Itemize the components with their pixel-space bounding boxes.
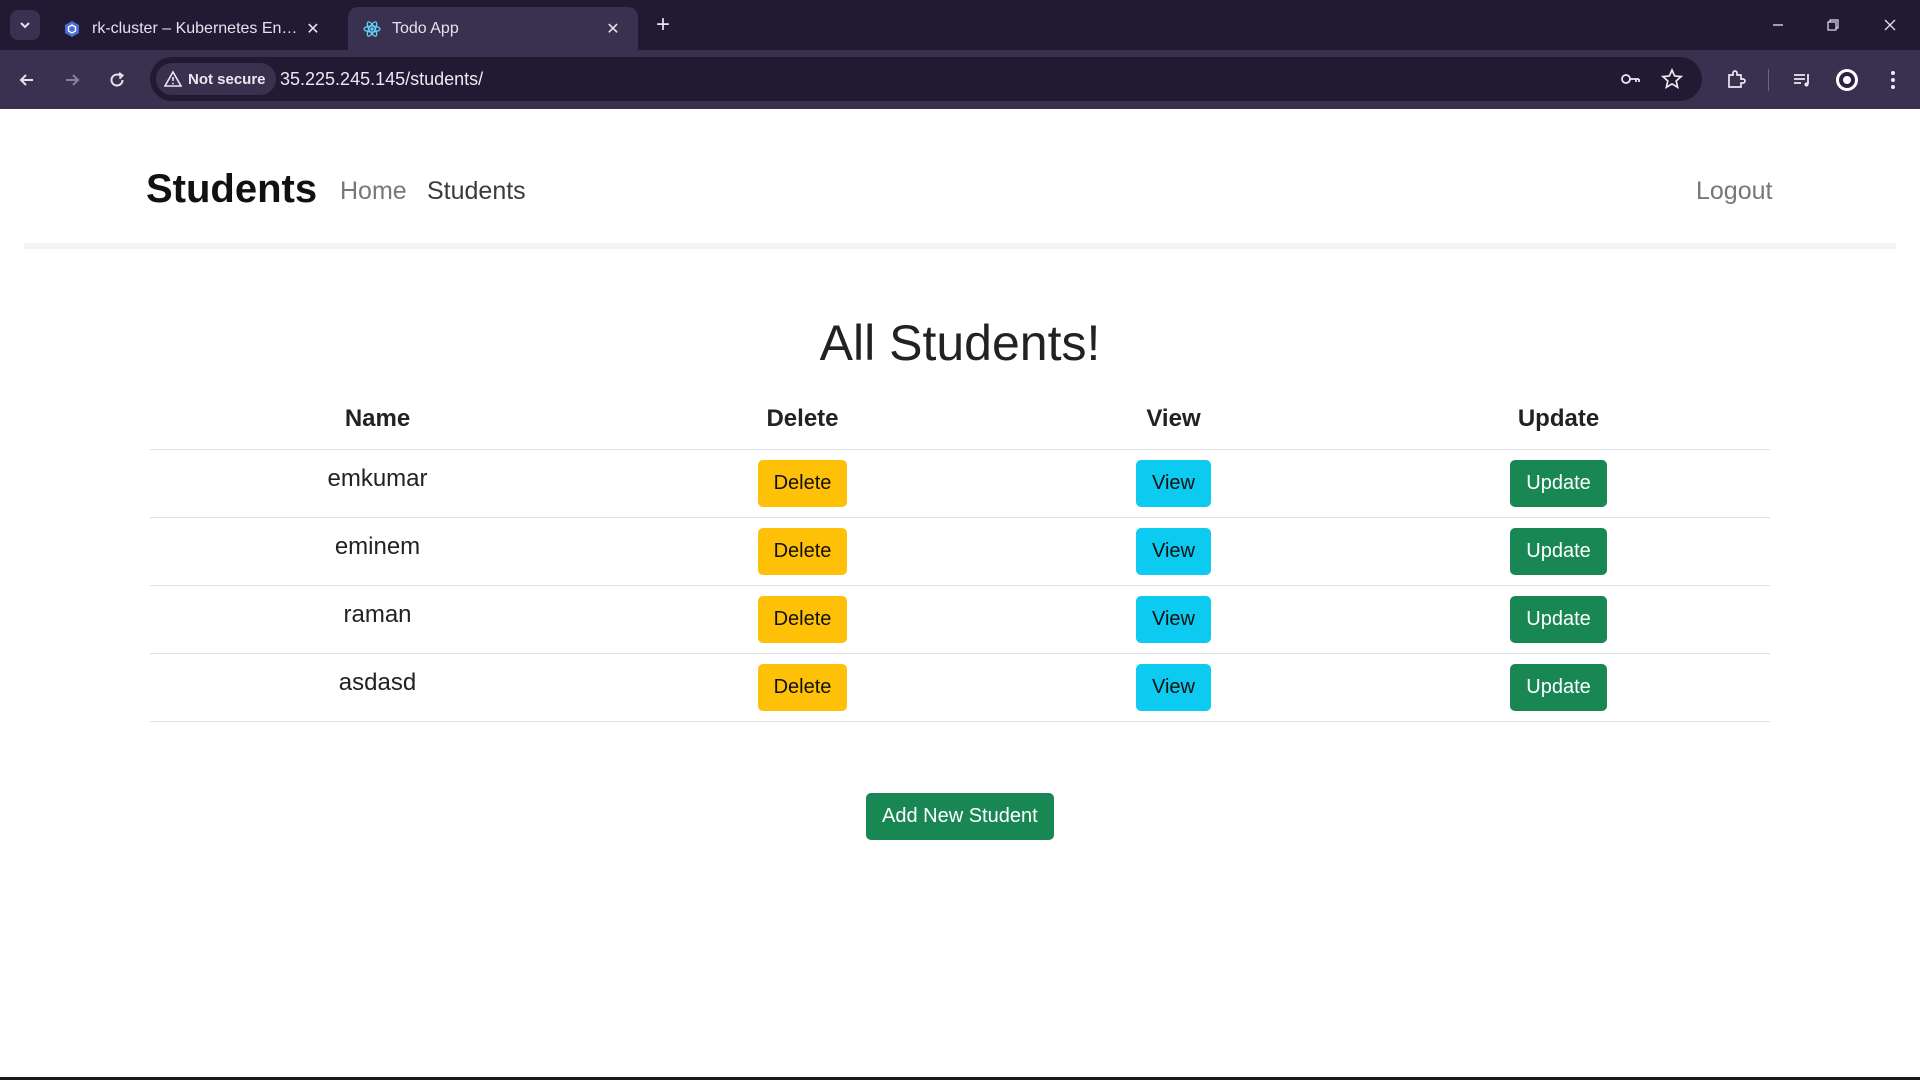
arrow-right-icon [66,74,80,86]
tab-title: Todo App [392,19,459,37]
column-header-view: View [1000,389,1347,450]
students-table: Name Delete View Update emkumar Delete V… [150,389,1770,722]
delete-button[interactable]: Delete [757,527,848,575]
table-row: emkumar Delete View Update [150,449,1770,518]
password-key-icon[interactable] [1618,67,1642,91]
student-name: emkumar [150,449,605,518]
address-bar[interactable]: Not secure 35.225.245.145/students/ [150,57,1702,101]
update-button[interactable]: Update [1510,527,1607,575]
close-icon[interactable]: ✕ [302,18,324,40]
new-tab-button[interactable]: + [650,12,676,38]
extensions-icon[interactable] [1721,65,1751,95]
tab-kubernetes[interactable]: rk-cluster – Kubernetes Engine – ✕ [48,7,338,50]
table-header-row: Name Delete View Update [150,389,1770,450]
chevron-down-icon [20,22,30,29]
back-button[interactable] [10,63,44,97]
tab-search-button[interactable] [10,10,40,40]
page-content: Students Home Students Logout All Studen… [0,109,1920,1077]
view-button[interactable]: View [1136,595,1211,643]
close-icon[interactable]: ✕ [602,18,624,40]
table-row: asdasd Delete View Update [150,653,1770,722]
warning-icon [164,70,182,88]
table-row: eminem Delete View Update [150,517,1770,586]
nav-link-students[interactable]: Students [427,177,526,206]
column-header-delete: Delete [605,389,1000,450]
close-window-button[interactable] [1870,10,1910,40]
site-navbar: Students Home Students Logout [24,109,1896,249]
menu-kebab-icon[interactable] [1878,65,1908,95]
minimize-button[interactable] [1758,10,1798,40]
tab-todo-app[interactable]: Todo App ✕ [348,7,638,50]
update-button[interactable]: Update [1510,459,1607,507]
forward-button[interactable] [55,63,89,97]
table-row: raman Delete View Update [150,585,1770,654]
reload-button[interactable] [100,63,134,97]
minimize-icon [1773,24,1783,26]
delete-button[interactable]: Delete [757,459,848,507]
nav-link-home[interactable]: Home [340,177,407,206]
media-controls-icon[interactable] [1787,65,1817,95]
restore-button[interactable] [1813,10,1853,40]
security-label: Not secure [188,70,266,88]
logout-link[interactable]: Logout [1696,177,1772,206]
page-title: All Students! [819,315,1101,371]
navbar-brand[interactable]: Students [146,167,317,212]
column-header-update: Update [1347,389,1770,450]
update-button[interactable]: Update [1510,595,1607,643]
browser-toolbar: Not secure 35.225.245.145/students/ [0,50,1920,109]
student-name: asdasd [150,653,605,722]
restore-icon [1827,19,1839,31]
kubernetes-engine-icon [62,19,82,39]
url-text[interactable]: 35.225.245.145/students/ [280,57,483,101]
browser-tab-strip: rk-cluster – Kubernetes Engine – ✕ Todo … [0,0,1920,50]
bookmark-star-icon[interactable] [1660,67,1684,91]
view-button[interactable]: View [1136,527,1211,575]
react-icon [362,19,382,39]
view-button[interactable]: View [1136,459,1211,507]
delete-button[interactable]: Delete [757,595,848,643]
delete-button[interactable]: Delete [757,663,848,711]
add-new-student-button[interactable]: Add New Student [866,793,1054,840]
tab-title: rk-cluster – Kubernetes Engine – [92,19,302,37]
security-indicator[interactable]: Not secure [156,63,276,95]
toolbar-divider [1768,69,1769,91]
column-header-name: Name [150,389,605,450]
student-name: raman [150,585,605,654]
view-button[interactable]: View [1136,663,1211,711]
reload-icon [110,72,125,87]
update-button[interactable]: Update [1510,663,1607,711]
close-icon [1884,19,1896,31]
arrow-left-icon [19,74,33,86]
profile-avatar-icon[interactable] [1832,65,1862,95]
student-name: eminem [150,517,605,586]
